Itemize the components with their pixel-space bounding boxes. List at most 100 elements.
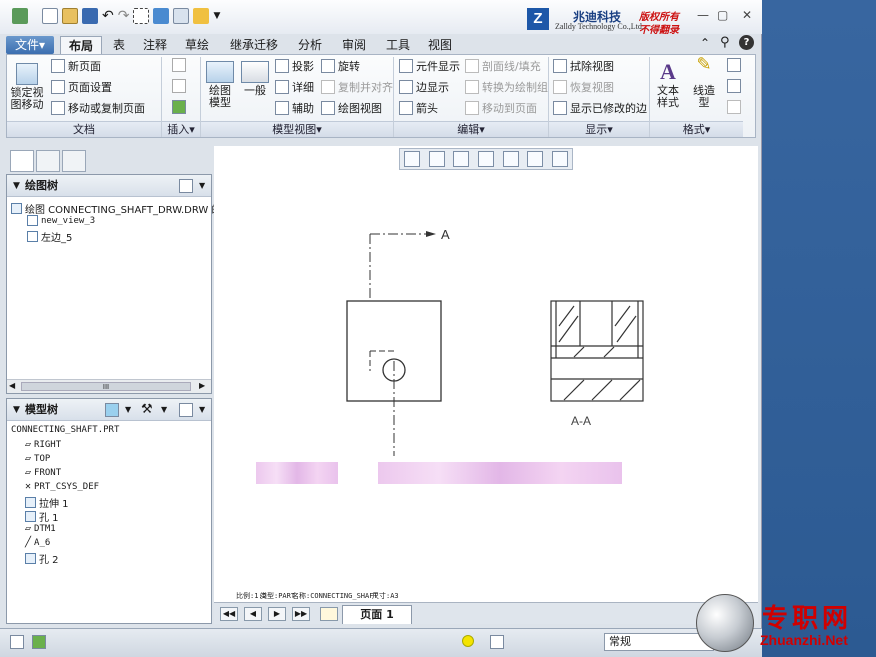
group-format-label[interactable]: 格式▾ [650, 121, 743, 137]
collapse-ribbon-icon[interactable]: ⌃ [700, 36, 710, 50]
auxiliary-button[interactable]: 辅助 [275, 100, 314, 116]
tree-item-left-view[interactable]: 左边_5 [27, 229, 72, 244]
arrow-button[interactable]: 箭头 [399, 100, 438, 116]
insert-image-icon[interactable] [172, 100, 186, 114]
group-edit-label[interactable]: 编辑▾ [394, 121, 548, 137]
navigator-toggle-icon[interactable] [10, 635, 24, 649]
save-icon[interactable] [82, 8, 98, 24]
tools-dropdown-icon[interactable]: ▼ [161, 399, 167, 421]
general-view-button[interactable]: 一般 [239, 61, 271, 97]
insert-hatch-icon[interactable] [172, 79, 186, 93]
restore-view-button[interactable]: 恢复视图 [553, 79, 614, 95]
new-page-button[interactable]: 新页面 [51, 58, 101, 74]
group-display-label[interactable]: 显示▾ [549, 121, 649, 137]
collapse-icon[interactable]: ▼ [13, 399, 20, 421]
scroll-left-icon[interactable]: ◀ [9, 381, 15, 390]
tab-table[interactable]: 表 [106, 36, 132, 54]
drawing-canvas[interactable]: A A-A 比例:1:2 类型:PART 名称:CONNECTING_SHAFT… [214, 146, 758, 624]
scroll-right-icon[interactable]: ▶ [199, 381, 205, 390]
page-tab-1[interactable]: 页面 1 [342, 605, 412, 624]
format-painter-icon[interactable] [727, 58, 741, 72]
tree-item-datum-plane[interactable]: ▱ RIGHT [25, 439, 61, 450]
select-box-icon[interactable] [133, 8, 150, 24]
window-icon[interactable] [173, 8, 190, 24]
group-model-view-label[interactable]: 模型视图▾ [201, 121, 393, 137]
move-copy-page-button[interactable]: 移动或复制页面 [51, 100, 145, 116]
tab-annotate[interactable]: 注释 [138, 36, 172, 54]
new-page-icon[interactable] [320, 607, 338, 621]
horizontal-scrollbar[interactable]: ◀ III ▶ [7, 379, 211, 393]
show-modified-edges-button[interactable]: 显示已修改的边 [553, 100, 647, 116]
drawing-model-button[interactable]: 绘图模型 [203, 61, 237, 109]
browser-toggle-icon[interactable] [32, 635, 46, 649]
section-line-button[interactable]: 剖面线/填充 [465, 58, 541, 74]
erase-view-button[interactable]: 拭除视图 [553, 58, 614, 74]
close-button[interactable]: ✕ [742, 8, 752, 22]
tree-item-csys[interactable]: ✕ PRT_CSYS_DEF [25, 481, 99, 492]
line-style-button[interactable]: ✎ 线造型 [687, 56, 721, 109]
regenerate-icon[interactable] [153, 8, 170, 24]
customize-dropdown-icon[interactable]: ▼ [213, 11, 220, 21]
tree-settings-icon[interactable] [179, 179, 193, 193]
tree-item-part[interactable]: CONNECTING_SHAFT.PRT [11, 425, 119, 435]
folder-icon[interactable] [193, 8, 210, 24]
tree-item-view[interactable]: new_view_3 [27, 215, 95, 226]
lock-view-move-button[interactable]: 锁定视图移动 [9, 63, 45, 111]
tab-review[interactable]: 审阅 [336, 36, 372, 54]
move-to-page-button[interactable]: 移动到页面 [465, 100, 537, 116]
restore-button[interactable]: ▢ [717, 8, 728, 22]
next-page-button[interactable]: ▶ [268, 607, 286, 621]
tree-item-feature[interactable]: 孔 2 [25, 551, 59, 566]
folder-browser-tab-icon[interactable] [36, 150, 60, 172]
open-folder-icon[interactable] [62, 8, 78, 24]
tree-item-drawing[interactable]: 绘图 CONNECTING_SHAFT_DRW.DRW 的第 [11, 201, 231, 216]
tab-tools[interactable]: 工具 [380, 36, 416, 54]
drawing-view-button[interactable]: 绘图视图 [321, 100, 382, 116]
group-insert-label[interactable]: 插入▾ [162, 121, 200, 137]
section-view-a-a[interactable] [550, 300, 644, 402]
tab-legacy-migration[interactable]: 继承迁移 [222, 36, 286, 54]
tab-view[interactable]: 视图 [422, 36, 458, 54]
tree-settings-icon[interactable] [179, 403, 193, 417]
redo-icon[interactable]: ↷ [118, 8, 130, 24]
hatch-pattern-icon[interactable] [727, 79, 741, 93]
tree-item-feature[interactable]: 孔 1 [25, 509, 59, 524]
prev-page-button[interactable]: ◀ [244, 607, 262, 621]
edge-display-button[interactable]: 边显示 [399, 79, 449, 95]
tab-layout[interactable]: 布局 [60, 36, 102, 54]
tree-item-feature[interactable]: 拉伸 1 [25, 495, 69, 510]
detail-button[interactable]: 详细 [275, 79, 314, 95]
projection-button[interactable]: 投影 [275, 58, 314, 74]
find-icon[interactable] [490, 635, 504, 649]
model-tree-tab-icon[interactable] [10, 150, 34, 172]
tree-item-datum-plane[interactable]: ▱ TOP [25, 453, 50, 464]
collapse-icon[interactable]: ▼ [13, 175, 20, 197]
new-file-icon[interactable] [42, 8, 58, 24]
convert-to-draft-group-button[interactable]: 转换为绘制组 [465, 79, 548, 95]
scroll-thumb[interactable]: III [21, 382, 191, 391]
search-icon[interactable]: ⚲ [720, 35, 730, 50]
last-page-button[interactable]: ▶▶ [292, 607, 310, 621]
favorites-tab-icon[interactable] [62, 150, 86, 172]
tree-dropdown-icon[interactable]: ▼ [199, 399, 205, 421]
undo-icon[interactable]: ↶ [102, 8, 114, 24]
page-setup-button[interactable]: 页面设置 [51, 79, 112, 95]
text-style-button[interactable]: A 文本样式 [651, 59, 685, 109]
tree-item-axis[interactable]: ╱ A_6 [25, 537, 50, 548]
help-icon[interactable]: ? [739, 35, 754, 50]
tab-analysis[interactable]: 分析 [292, 36, 328, 54]
file-menu-tab[interactable]: 文件▾ [6, 36, 54, 54]
model-dropdown-icon[interactable]: ▼ [125, 399, 131, 421]
tools-icon[interactable]: ⚒ [141, 399, 153, 421]
tab-sketch[interactable]: 草绘 [180, 36, 214, 54]
tree-item-datum-plane[interactable]: ▱ DTM1 [25, 523, 56, 534]
tree-dropdown-icon[interactable]: ▼ [199, 175, 205, 197]
component-display-button[interactable]: 元件显示 [399, 58, 460, 74]
insert-line-icon[interactable] [172, 58, 186, 72]
copy-align-button[interactable]: 复制并对齐 [321, 79, 393, 95]
minimize-button[interactable]: — [697, 8, 709, 22]
tree-item-datum-plane[interactable]: ▱ FRONT [25, 467, 61, 478]
first-page-button[interactable]: ◀◀ [220, 607, 238, 621]
revolve-button[interactable]: 旋转 [321, 58, 360, 74]
model-icon[interactable] [105, 403, 119, 417]
